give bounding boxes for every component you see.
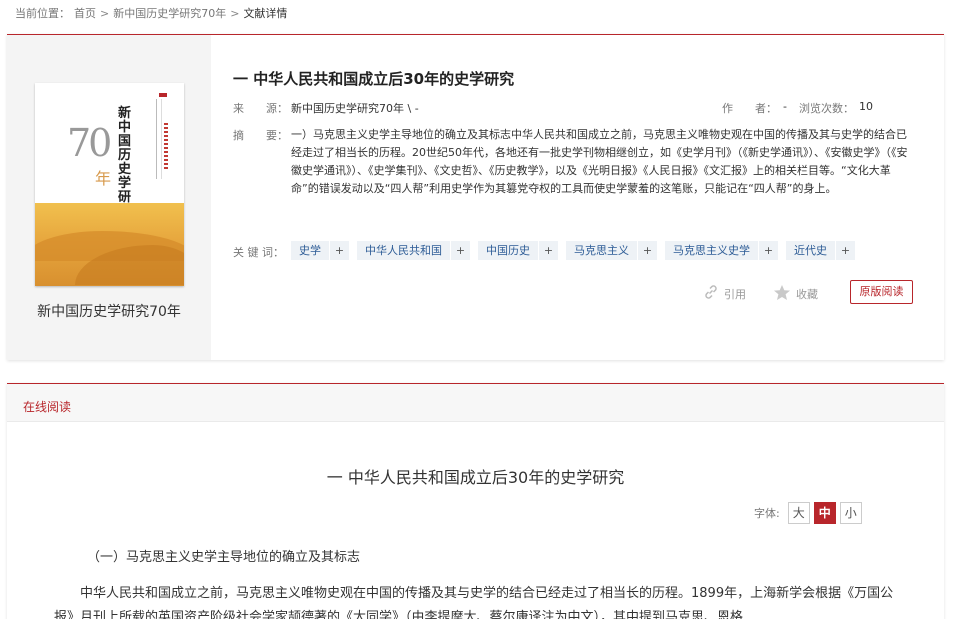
breadcrumb-link-book[interactable]: 新中国历史学研究70年 — [113, 5, 226, 21]
keyword-link[interactable]: 中华人民共和国 — [357, 241, 450, 260]
book-title[interactable]: 新中国历史学研究70年 — [7, 301, 211, 321]
favorite-label: 收藏 — [796, 288, 818, 301]
keyword-link[interactable]: 近代史 — [786, 241, 835, 260]
font-large-button[interactable]: 大 — [787, 502, 810, 524]
keywords-label: 关 键 词： — [233, 246, 284, 259]
breadcrumb-current: 文献详情 — [243, 7, 288, 20]
keyword-add-button[interactable]: + — [538, 241, 558, 260]
author-value: - — [783, 100, 787, 113]
source-value[interactable]: 新中国历史学研究70年 \ - — [291, 100, 419, 116]
keyword-add-button[interactable]: + — [450, 241, 470, 260]
keyword-tag: 中国历史 + — [478, 241, 558, 260]
body-paragraph: 中华人民共和国成立之前，马克思主义唯物史观在中国的传播及其与史学的结合已经走过了… — [54, 586, 894, 619]
document-detail-card: 70 年 新中国历史学研究 新中国历史学研究70年 一 中华人民共和国成立后30… — [7, 34, 944, 360]
online-reader: 在线阅读 一 中华人民共和国成立后30年的史学研究 字体: 大 中 小 （一）马… — [7, 383, 944, 619]
cover-decoration — [156, 99, 162, 179]
breadcrumb-separator: > — [100, 6, 110, 20]
keyword-tag: 马克思主义史学 + — [665, 241, 778, 260]
keyword-link[interactable]: 史学 — [291, 241, 329, 260]
keyword-add-button[interactable]: + — [758, 241, 778, 260]
abstract-label: 摘 要： — [233, 129, 288, 142]
star-icon — [773, 284, 791, 304]
keyword-link[interactable]: 马克思主义 — [566, 241, 637, 260]
breadcrumb-prefix: 当前位置： — [15, 7, 70, 20]
keyword-link[interactable]: 马克思主义史学 — [665, 241, 758, 260]
cite-button[interactable]: 引用 — [703, 284, 746, 303]
meta-row: 来 源： 新中国历史学研究70年 \ - 作 者： - 浏览次数： 10 — [233, 100, 923, 116]
keyword-add-button[interactable]: + — [637, 241, 657, 260]
link-icon — [703, 284, 719, 303]
keyword-tag: 史学 + — [291, 241, 349, 260]
cover-number: 70 — [67, 121, 112, 165]
reader-article-title: 一 中华人民共和国成立后30年的史学研究 — [326, 468, 625, 487]
keyword-add-button[interactable]: + — [329, 241, 349, 260]
cover-panel: 70 年 新中国历史学研究 新中国历史学研究70年 — [7, 35, 211, 360]
book-cover[interactable]: 70 年 新中国历史学研究 — [35, 83, 184, 286]
reader-header-title: 在线阅读 — [23, 400, 72, 414]
font-small-button[interactable]: 小 — [839, 502, 862, 524]
favorite-button[interactable]: 收藏 — [773, 284, 818, 304]
cover-decoration — [164, 123, 168, 171]
abstract-text: 一）马克思主义史学主导地位的确立及其标志中华人民共和国成立之前，马克思主义唯物史… — [291, 128, 908, 195]
views-label: 浏览次数： — [799, 102, 854, 115]
cover-red-mark — [159, 93, 167, 97]
keyword-tag: 中华人民共和国 + — [357, 241, 470, 260]
font-size-label: 字体: — [754, 507, 780, 520]
reader-header: 在线阅读 — [7, 384, 944, 422]
action-bar: 引用 收藏 原版阅读 — [703, 280, 923, 306]
keyword-add-button[interactable]: + — [835, 241, 855, 260]
author-label: 作 者： — [722, 102, 777, 115]
breadcrumb-separator: > — [230, 6, 240, 20]
breadcrumb: 当前位置： 首页 > 新中国历史学研究70年 > 文献详情 — [15, 5, 287, 21]
cover-nian: 年 — [95, 169, 112, 188]
keyword-tag: 马克思主义 + — [566, 241, 657, 260]
keyword-list: 史学 + 中华人民共和国 + 中国历史 + 马克思主义 + 马克思主义史学 + … — [291, 241, 855, 260]
keyword-link[interactable]: 中国历史 — [478, 241, 538, 260]
font-size-control: 字体: 大 中 小 — [754, 502, 862, 524]
keywords-row: 关 键 词： 史学 + 中华人民共和国 + 中国历史 + 马克思主义 + 马克思… — [233, 241, 923, 261]
source-label: 来 源： — [233, 102, 288, 115]
cite-label: 引用 — [724, 287, 746, 301]
original-read-button[interactable]: 原版阅读 — [850, 280, 913, 304]
font-medium-button[interactable]: 中 — [813, 502, 836, 524]
section-heading: （一）马克思主义史学主导地位的确立及其标志 — [87, 550, 361, 565]
views-count: 10 — [859, 100, 873, 113]
article-title: 一 中华人民共和国成立后30年的史学研究 — [233, 70, 515, 88]
breadcrumb-link-home[interactable]: 首页 — [74, 5, 96, 21]
keyword-tag: 近代史 + — [786, 241, 855, 260]
